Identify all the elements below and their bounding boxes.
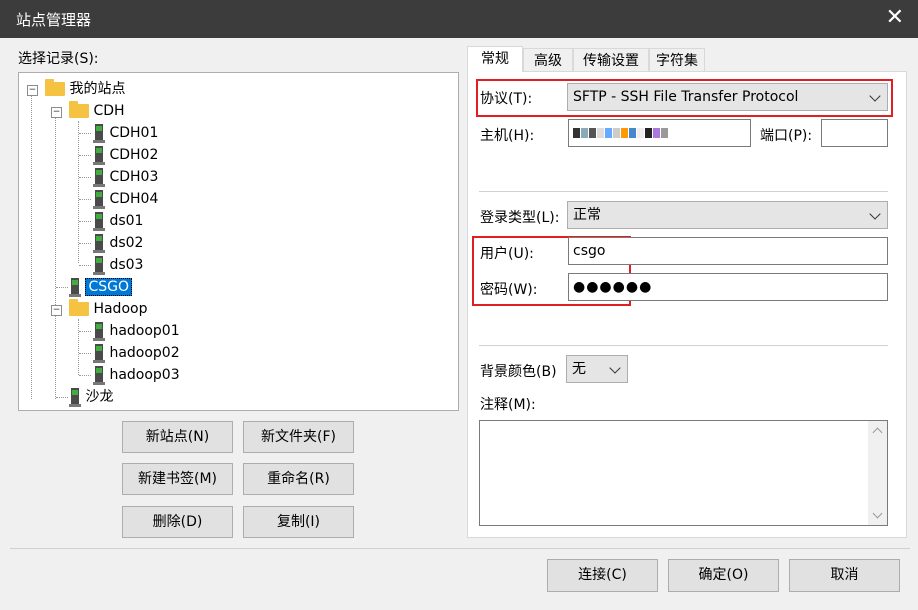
tree-connector (55, 117, 56, 399)
password-input[interactable]: ●●●●●● (568, 273, 888, 301)
tree-node-cdh04[interactable]: CDH04 (93, 189, 158, 209)
tree-node-hadoop03[interactable]: hadoop03 (93, 365, 180, 385)
server-icon (93, 190, 105, 209)
tab-transfer-settings[interactable]: 传输设置 (573, 48, 649, 72)
host-label: 主机(H): (480, 128, 535, 144)
chevron-up-icon (872, 427, 883, 438)
chevron-down-icon (609, 362, 621, 374)
folder-icon (69, 299, 89, 316)
comment-label: 注释(M): (480, 397, 536, 413)
logon-type-label: 登录类型(L): (480, 210, 560, 226)
tree-node-ds03[interactable]: ds03 (93, 255, 143, 275)
server-icon (93, 344, 105, 363)
tree-connector (56, 287, 68, 288)
bg-color-label: 背景颜色(B) (480, 364, 557, 380)
cancel-button[interactable]: 取消 (789, 559, 900, 592)
divider (10, 548, 910, 549)
new-folder-button[interactable]: 新文件夹(F) (243, 421, 354, 453)
new-site-button[interactable]: 新站点(N) (122, 421, 233, 453)
title-bar: 站点管理器 ✕ (0, 0, 918, 38)
site-tree[interactable]: − 我的站点 − CDH CDH01 CDH02 CDH03 CDH04 ds0… (18, 72, 459, 411)
collapse-toggle[interactable]: − (51, 305, 62, 316)
chevron-down-icon (872, 508, 883, 519)
server-icon (93, 212, 105, 231)
server-icon (93, 146, 105, 165)
comment-scrollbar[interactable] (868, 421, 887, 525)
tree-connector (78, 319, 79, 375)
server-icon (93, 124, 105, 143)
server-icon (93, 322, 105, 341)
folder-icon (45, 79, 65, 96)
chevron-down-icon (869, 90, 881, 102)
redacted-host-value (573, 125, 669, 141)
tree-node-ds01[interactable]: ds01 (93, 211, 143, 231)
collapse-toggle[interactable]: − (51, 107, 62, 118)
server-icon (93, 366, 105, 385)
divider (479, 345, 888, 346)
bg-color-select[interactable]: 无 (566, 355, 628, 383)
password-label: 密码(W): (480, 282, 538, 298)
tree-connector (31, 95, 32, 399)
tree-node-my-sites[interactable]: 我的站点 (45, 79, 125, 99)
tree-node-cdh02[interactable]: CDH02 (93, 145, 158, 165)
tree-node-cdh[interactable]: CDH (69, 101, 125, 121)
tree-connector (78, 121, 79, 263)
tree-node-cdh03[interactable]: CDH03 (93, 167, 158, 187)
port-input[interactable] (821, 119, 888, 147)
server-icon (93, 256, 105, 275)
tree-connector (79, 353, 91, 354)
tree-connector (79, 133, 91, 134)
connect-button[interactable]: 连接(C) (547, 559, 658, 592)
tree-connector (79, 243, 91, 244)
tab-charset[interactable]: 字符集 (649, 48, 705, 72)
ok-button[interactable]: 确定(O) (668, 559, 779, 592)
server-icon (93, 168, 105, 187)
port-label: 端口(P): (760, 128, 813, 144)
tab-general[interactable]: 常规 (467, 46, 523, 72)
chevron-down-icon (869, 208, 881, 220)
delete-button[interactable]: 删除(D) (122, 506, 233, 538)
comment-textarea[interactable] (479, 420, 888, 526)
tab-advanced[interactable]: 高级 (523, 48, 573, 72)
host-input[interactable] (568, 119, 751, 147)
server-icon (93, 234, 105, 253)
rename-button[interactable]: 重命名(R) (243, 463, 354, 495)
folder-icon (69, 101, 89, 118)
logon-type-select[interactable]: 正常 (567, 201, 888, 229)
close-icon[interactable]: ✕ (886, 5, 904, 31)
tree-connector (79, 177, 91, 178)
tree-connector (79, 199, 91, 200)
user-input[interactable]: csgo (568, 237, 888, 265)
tree-node-cdh01[interactable]: CDH01 (93, 123, 158, 143)
user-label: 用户(U): (480, 246, 534, 262)
tree-node-salon[interactable]: 沙龙 (69, 387, 113, 407)
tree-connector (79, 375, 91, 376)
collapse-toggle[interactable]: − (27, 85, 38, 96)
tree-connector (79, 155, 91, 156)
tree-connector (79, 265, 91, 266)
protocol-label: 协议(T): (480, 91, 533, 107)
new-bookmark-button[interactable]: 新建书签(M) (122, 463, 233, 495)
tree-node-ds02[interactable]: ds02 (93, 233, 143, 253)
tree-node-hadoop01[interactable]: hadoop01 (93, 321, 180, 341)
window-title: 站点管理器 (16, 11, 92, 29)
tree-connector (79, 221, 91, 222)
tree-connector (56, 397, 68, 398)
server-icon (69, 278, 81, 297)
copy-button[interactable]: 复制(I) (243, 506, 354, 538)
tree-node-hadoop02[interactable]: hadoop02 (93, 343, 180, 363)
protocol-select[interactable]: SFTP - SSH File Transfer Protocol (567, 83, 888, 111)
tree-connector (79, 331, 91, 332)
tree-label: 选择记录(S): (18, 51, 99, 67)
server-icon (69, 388, 81, 407)
tree-node-hadoop[interactable]: Hadoop (69, 299, 147, 319)
tree-node-csgo[interactable]: CSGO (69, 277, 132, 297)
divider (479, 191, 888, 192)
